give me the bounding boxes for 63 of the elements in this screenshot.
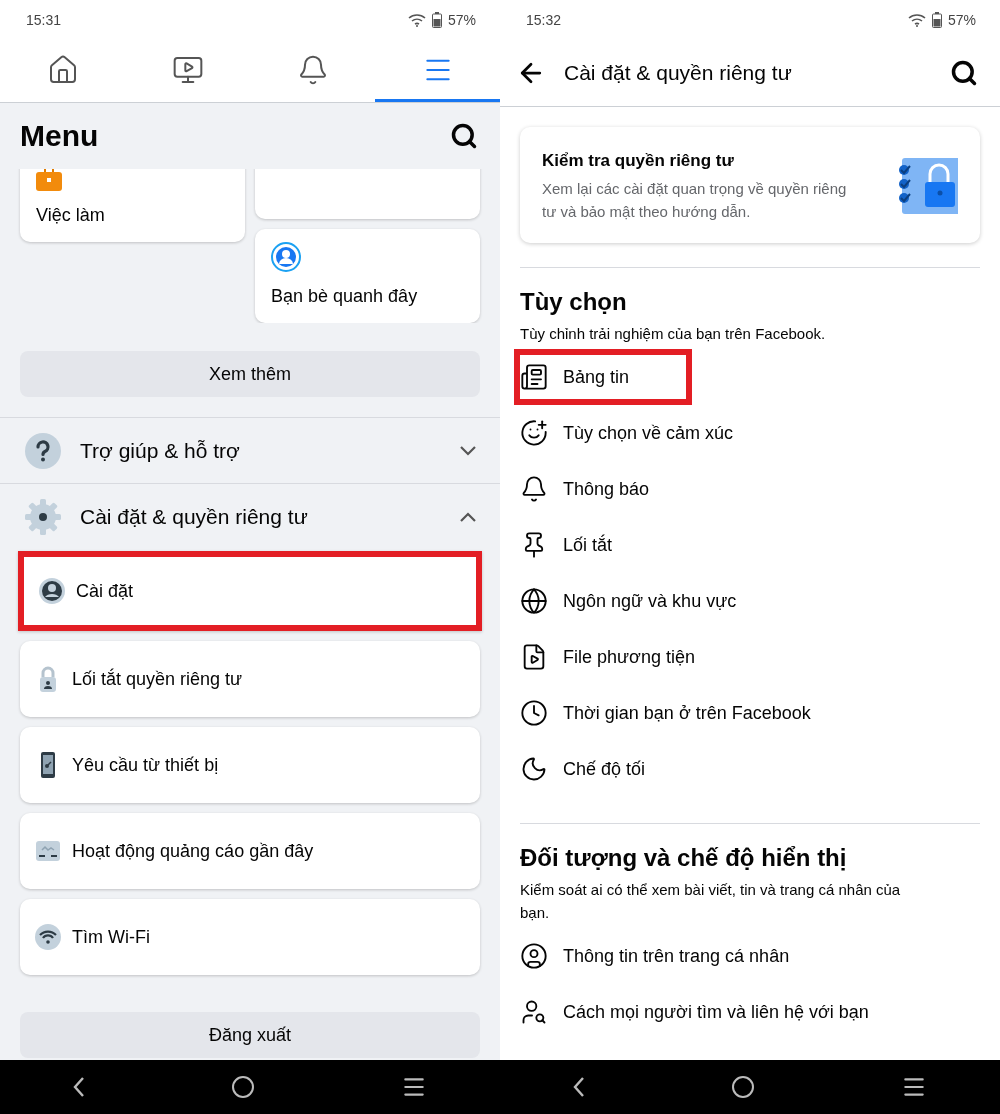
clock-icon <box>520 699 548 727</box>
see-more-button[interactable]: Xem thêm <box>20 351 480 397</box>
person-circle-icon <box>38 577 66 605</box>
profile-icon <box>520 942 548 970</box>
briefcase-icon <box>36 169 62 191</box>
settings-menu-item[interactable]: Tìm Wi-Fi <box>20 899 480 975</box>
settings-item[interactable]: Tùy chọn về cảm xúc <box>514 405 980 461</box>
moon-icon <box>520 755 548 783</box>
battery-percent: 57% <box>447 12 476 28</box>
news-feed-icon <box>520 363 548 391</box>
settings-item[interactable]: Thông báo <box>514 461 980 517</box>
settings-item[interactable]: Ngôn ngữ và khu vực <box>514 573 980 629</box>
settings-item[interactable]: Thời gian bạn ở trên Facebook <box>514 685 980 741</box>
privacy-checkup-card[interactable]: Kiểm tra quyền riêng tư Xem lại các cài đặt quan trọng về quyền riêng tư và bảo mật theo hướng dẫn. <box>520 127 980 243</box>
section-header[interactable]: Trợ giúp & hỗ trợ <box>0 417 500 483</box>
chevron-down-icon <box>460 445 476 456</box>
battery-percent: 57% <box>947 12 976 28</box>
settings-item[interactable]: Cách mọi người tìm và liên hệ với bạn <box>514 984 980 1040</box>
battery-icon <box>931 12 942 28</box>
shortcut-label: Việc làm <box>36 205 106 226</box>
back-icon[interactable] <box>73 1077 85 1097</box>
settings-item[interactable]: Thông tin trên trang cá nhân <box>514 928 980 984</box>
wifi-icon <box>907 13 926 27</box>
wifi-icon <box>407 13 426 27</box>
question-icon <box>24 431 62 470</box>
home-icon <box>731 1075 755 1099</box>
section-description: Kiểm soát ai có thể xem bài viết, tin và trang cá nhân của bạn. <box>520 880 902 923</box>
logout-button[interactable]: Đăng xuất <box>20 1012 480 1058</box>
gear-icon <box>24 497 62 536</box>
globe-icon <box>520 587 548 615</box>
shortcut-card[interactable]: Việc làm <box>20 169 245 242</box>
section-description: Tùy chỉnh trải nghiệm của bạn trên Facebook. <box>520 324 827 344</box>
settings-menu-item[interactable]: Cài đặt <box>18 551 482 631</box>
settings-item[interactable]: Bảng tin <box>514 349 692 405</box>
status-time: 15:31 <box>26 12 62 28</box>
wifi-bubble-icon <box>34 923 62 951</box>
battery-icon <box>431 12 442 28</box>
bell-icon <box>520 475 548 503</box>
settings-item[interactable]: File phương tiện <box>514 629 980 685</box>
shortcut-card[interactable]: Bạn bè quanh đây <box>255 229 480 323</box>
section-title: Đối tượng và chế độ hiển thị <box>520 844 848 872</box>
menu-title: Menu <box>20 119 99 153</box>
person-search-icon <box>520 998 548 1026</box>
page-title: Cài đặt & quyền riêng tư <box>564 61 793 85</box>
card-title: Kiểm tra quyền riêng tư <box>542 151 735 171</box>
back-icon[interactable] <box>573 1077 585 1097</box>
settings-menu-item[interactable]: Hoạt động quảng cáo gần đây <box>20 813 480 889</box>
status-time: 15:32 <box>526 12 562 28</box>
reaction-icon <box>520 419 548 447</box>
checklist-lock-icon <box>898 158 958 216</box>
settings-menu-item[interactable]: Yêu cầu từ thiết bị <box>20 727 480 803</box>
section-title: Tùy chọn <box>520 288 628 316</box>
settings-menu-item[interactable]: Lối tắt quyền riêng tư <box>20 641 480 717</box>
section-header[interactable]: Cài đặt & quyền riêng tư <box>0 483 500 549</box>
shortcut-label: Bạn bè quanh đây <box>271 286 419 307</box>
settings-item[interactable]: Chế độ tối <box>514 741 980 797</box>
chevron-up-icon <box>460 511 476 522</box>
search-button[interactable] <box>950 59 978 87</box>
settings-item[interactable]: Lối tắt <box>514 517 980 573</box>
home-icon <box>231 1075 255 1099</box>
search-button[interactable] <box>450 122 478 150</box>
card-description: Xem lại các cài đặt quan trọng về quyền riêng tư và bảo mật theo hướng dẫn. <box>542 179 848 222</box>
nearby-friends-icon <box>271 242 301 272</box>
